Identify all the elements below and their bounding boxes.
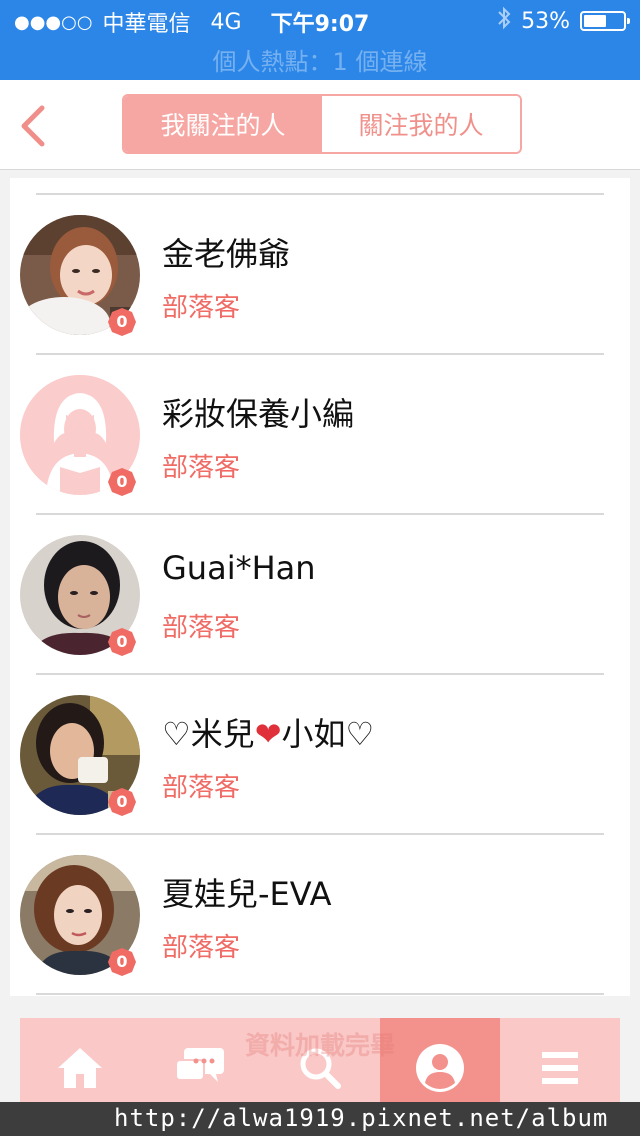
chevron-left-icon <box>21 105 45 147</box>
notification-badge: 0 <box>108 948 136 976</box>
user-name: Guai*Han <box>162 549 316 587</box>
loaded-toast: 資料加載完畢 <box>244 1031 395 1060</box>
heart-emoji: ❤ <box>254 715 282 753</box>
nav-header: 我關注的人 關注我的人 <box>0 80 640 170</box>
user-role: 部落客 <box>162 613 241 643</box>
list-item[interactable]: 0 金老佛爺 部落客 <box>10 195 630 355</box>
following-list: 0 金老佛爺 部落客 0 彩妝保養小編 部落客 0 Guai*Han 部落客 0… <box>10 178 630 996</box>
status-bar: ●●●○○ 中華電信 4G 下午9:07 53% 個人熱點：1 個連線 <box>0 0 640 80</box>
user-name: 彩妝保養小編 <box>162 395 355 433</box>
user-role: 部落客 <box>162 293 241 323</box>
tab-followers[interactable]: 關注我的人 <box>322 96 520 152</box>
watermark: http://alwa1919.pixnet.net/album <box>0 1102 640 1136</box>
notification-badge: 0 <box>108 788 136 816</box>
user-role: 部落客 <box>162 933 241 963</box>
user-name: 金老佛爺 <box>162 235 291 273</box>
list-item[interactable]: 0 彩妝保養小編 部落客 <box>10 355 630 515</box>
battery-icon <box>580 11 630 31</box>
watermark-url: http://alwa1919.pixnet.net/album <box>114 1104 609 1132</box>
divider <box>36 993 604 995</box>
list-item[interactable]: 0 夏娃兒-EVA 部落客 <box>10 835 630 995</box>
tab-following[interactable]: 我關注的人 <box>124 96 322 152</box>
list-item[interactable]: 0 Guai*Han 部落客 <box>10 515 630 675</box>
bluetooth-icon <box>497 6 511 36</box>
follow-segmented-control: 我關注的人 關注我的人 <box>122 94 522 154</box>
notification-badge: 0 <box>108 468 136 496</box>
user-role: 部落客 <box>162 453 241 483</box>
list-item[interactable]: 0 ♡米兒❤小如♡ 部落客 <box>10 675 630 835</box>
user-name: 夏娃兒-EVA <box>162 875 332 913</box>
hotspot-banner[interactable]: 個人熱點：1 個連線 <box>0 42 640 77</box>
battery-percent: 53% <box>521 8 570 34</box>
notification-badge: 0 <box>108 628 136 656</box>
notification-badge: 0 <box>108 308 136 336</box>
user-role: 部落客 <box>162 773 241 803</box>
back-button[interactable] <box>14 104 54 148</box>
user-name: ♡米兒❤小如♡ <box>162 715 375 753</box>
